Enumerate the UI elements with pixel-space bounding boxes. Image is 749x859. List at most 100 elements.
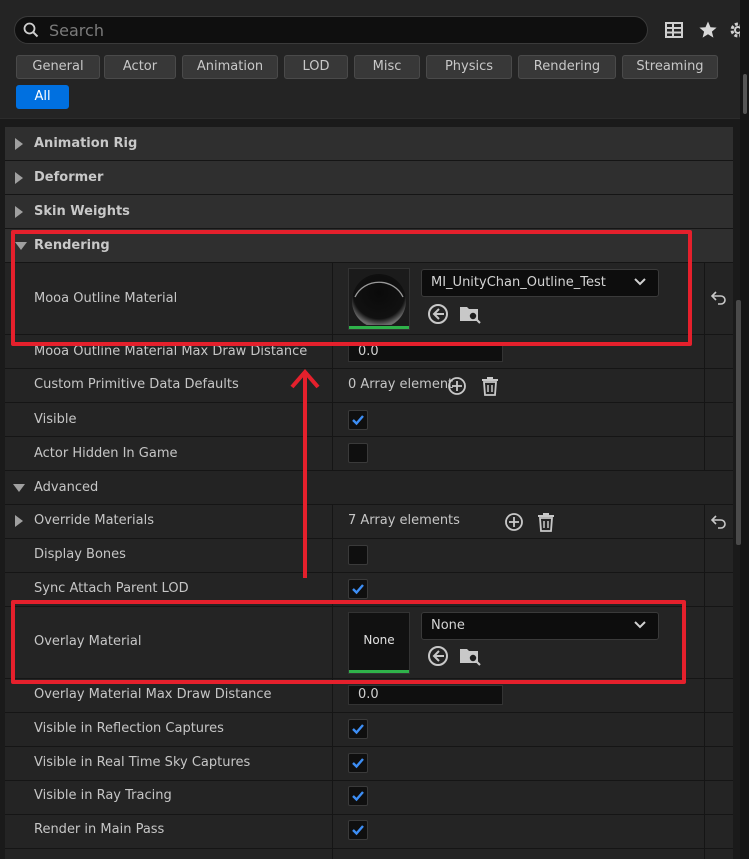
prop-label: Visible in Real Time Sky Captures bbox=[34, 755, 251, 770]
reflection-captures-checkbox[interactable] bbox=[348, 719, 368, 739]
column-divider bbox=[332, 849, 333, 859]
column-divider bbox=[704, 747, 705, 780]
column-divider bbox=[704, 263, 705, 334]
checkmark-icon bbox=[352, 584, 364, 595]
filter-all[interactable]: All bbox=[16, 85, 69, 109]
sync-attach-checkbox[interactable] bbox=[348, 579, 368, 599]
annotation-arrow-up-icon bbox=[290, 368, 320, 578]
details-toolbar: General Actor Animation LOD Misc Physics… bbox=[0, 0, 749, 119]
filter-physics[interactable]: Physics bbox=[426, 55, 512, 79]
column-divider bbox=[332, 539, 333, 572]
column-divider bbox=[704, 573, 705, 606]
highlight-box-outline-material bbox=[11, 230, 692, 346]
expand-arrow-icon[interactable] bbox=[15, 172, 23, 184]
column-divider bbox=[704, 539, 705, 572]
checkmark-icon bbox=[352, 724, 364, 735]
prop-label: Sync Attach Parent LOD bbox=[34, 581, 189, 596]
trash-icon[interactable] bbox=[535, 511, 557, 533]
array-count: 7 Array elements bbox=[348, 513, 460, 528]
column-divider bbox=[704, 713, 705, 746]
column-divider bbox=[704, 437, 705, 470]
category-label: Deformer bbox=[34, 170, 104, 185]
prop-label: Display Bones bbox=[34, 547, 126, 562]
category-skin-weights[interactable]: Skin Weights bbox=[5, 195, 733, 229]
column-divider bbox=[332, 747, 333, 780]
column-divider bbox=[332, 713, 333, 746]
scrollbar-thumb[interactable] bbox=[736, 300, 741, 545]
expand-arrow-icon[interactable] bbox=[15, 515, 23, 527]
actor-hidden-checkbox[interactable] bbox=[348, 443, 368, 463]
search-icon bbox=[23, 22, 39, 38]
filter-misc[interactable]: Misc bbox=[354, 55, 420, 79]
filter-lod[interactable]: LOD bbox=[284, 55, 348, 79]
reset-to-default-icon[interactable] bbox=[711, 291, 727, 305]
overlay-max-draw-input[interactable]: 0.0 bbox=[348, 685, 503, 705]
subcategory-label: Advanced bbox=[34, 480, 99, 495]
subcategory-advanced[interactable]: Advanced bbox=[5, 471, 733, 505]
highlight-box-overlay-material bbox=[11, 600, 686, 684]
column-divider bbox=[332, 437, 333, 470]
prop-label: Visible in Ray Tracing bbox=[34, 788, 172, 803]
right-edge-panel bbox=[740, 0, 749, 859]
prop-label: Visible bbox=[34, 412, 77, 427]
table-view-icon[interactable] bbox=[664, 20, 684, 40]
search-box[interactable] bbox=[14, 16, 648, 44]
add-element-icon[interactable] bbox=[503, 511, 525, 533]
checkmark-icon bbox=[352, 825, 364, 836]
array-count: 0 Array element bbox=[348, 377, 454, 392]
category-label: Animation Rig bbox=[34, 136, 138, 151]
expand-arrow-icon[interactable] bbox=[15, 206, 23, 218]
prop-custom-primitive-data: Custom Primitive Data Defaults 0 Array e… bbox=[5, 369, 733, 403]
filter-general[interactable]: General bbox=[16, 55, 100, 79]
column-divider bbox=[332, 403, 333, 436]
visible-checkbox[interactable] bbox=[348, 410, 368, 430]
prop-label: Actor Hidden In Game bbox=[34, 446, 178, 461]
column-divider bbox=[704, 781, 705, 814]
column-divider bbox=[332, 505, 333, 538]
prop-label: Custom Primitive Data Defaults bbox=[34, 377, 239, 392]
column-divider bbox=[704, 403, 705, 436]
expand-arrow-icon[interactable] bbox=[15, 138, 23, 150]
column-divider bbox=[704, 335, 705, 368]
filter-animation[interactable]: Animation bbox=[182, 55, 278, 79]
search-input[interactable] bbox=[49, 19, 629, 41]
prop-label: Visible in Reflection Captures bbox=[34, 721, 224, 736]
prop-visible-sky-captures: Visible in Real Time Sky Captures bbox=[5, 747, 733, 781]
prop-override-materials: Override Materials 7 Array elements bbox=[5, 505, 733, 539]
category-deformer[interactable]: Deformer bbox=[5, 161, 733, 195]
trash-icon[interactable] bbox=[479, 375, 501, 397]
collapse-arrow-icon[interactable] bbox=[13, 484, 25, 492]
prop-overlay-max-draw-distance: Overlay Material Max Draw Distance 0.0 bbox=[5, 679, 733, 713]
column-divider bbox=[332, 369, 333, 402]
display-bones-checkbox[interactable] bbox=[348, 545, 368, 565]
prop-label: Render in Main Pass bbox=[34, 822, 165, 837]
column-divider bbox=[332, 781, 333, 814]
checkmark-icon bbox=[352, 758, 364, 769]
prop-label: Overlay Material Max Draw Distance bbox=[34, 687, 272, 702]
filter-rendering[interactable]: Rendering bbox=[518, 55, 616, 79]
ray-tracing-checkbox[interactable] bbox=[348, 786, 368, 806]
prop-visible-reflection-captures: Visible in Reflection Captures bbox=[5, 713, 733, 747]
reset-to-default-icon[interactable] bbox=[711, 515, 727, 529]
scrollbar-thumb-top[interactable] bbox=[743, 74, 747, 114]
column-divider bbox=[704, 505, 705, 538]
star-icon[interactable] bbox=[698, 20, 718, 40]
column-divider bbox=[704, 849, 705, 859]
filter-actor[interactable]: Actor bbox=[104, 55, 176, 79]
prop-actor-hidden-in-game: Actor Hidden In Game bbox=[5, 437, 733, 471]
prop-render-main-pass: Render in Main Pass bbox=[5, 815, 733, 849]
column-divider bbox=[704, 607, 705, 678]
render-main-pass-checkbox[interactable] bbox=[348, 820, 368, 840]
column-divider bbox=[332, 815, 333, 848]
filter-streaming[interactable]: Streaming bbox=[622, 55, 718, 79]
sky-captures-checkbox[interactable] bbox=[348, 753, 368, 773]
checkmark-icon bbox=[352, 415, 364, 426]
category-animation-rig[interactable]: Animation Rig bbox=[5, 127, 733, 161]
checkmark-icon bbox=[352, 791, 364, 802]
add-element-icon[interactable] bbox=[446, 375, 468, 397]
column-divider bbox=[704, 815, 705, 848]
prop-visible-ray-tracing: Visible in Ray Tracing bbox=[5, 781, 733, 815]
prop-visible: Visible bbox=[5, 403, 733, 437]
prop-display-bones: Display Bones bbox=[5, 539, 733, 573]
prop-partial-row bbox=[5, 849, 733, 859]
